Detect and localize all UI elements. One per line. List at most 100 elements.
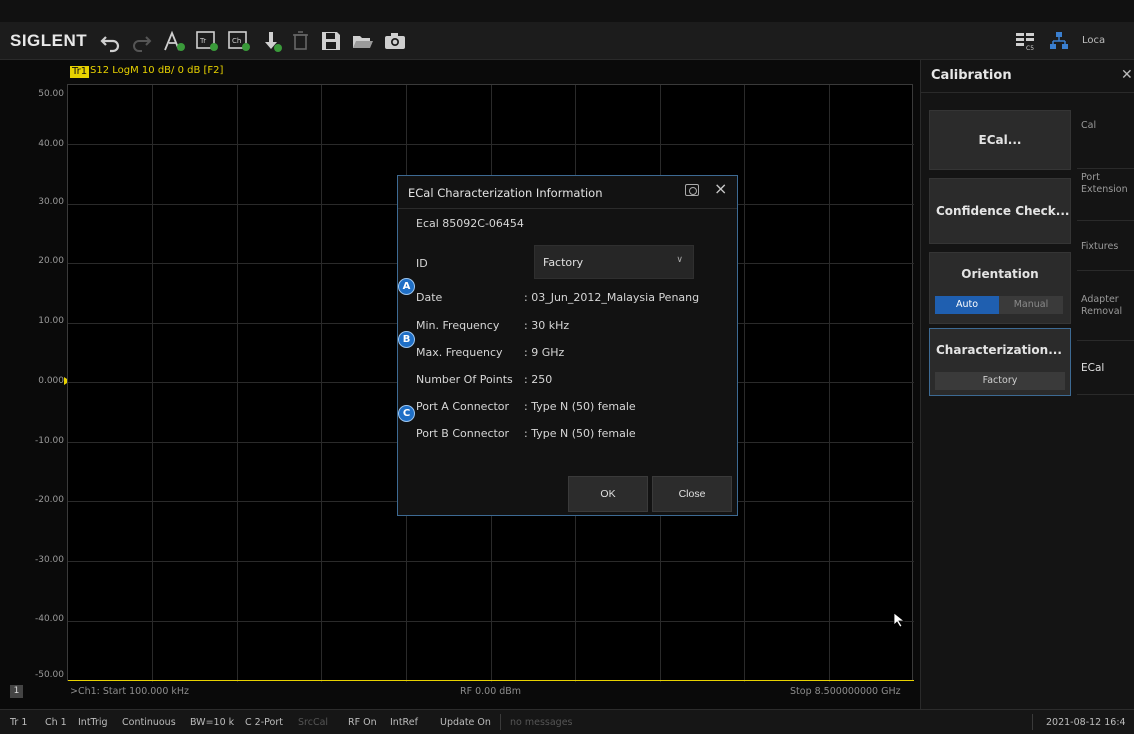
save-icon[interactable]	[318, 28, 344, 54]
status-cal-type[interactable]: C 2-Port	[245, 717, 283, 728]
mouse-cursor-icon	[893, 612, 907, 628]
status-ref[interactable]: IntRef	[390, 717, 418, 728]
port-b-connector-label: Port B Connector	[416, 427, 510, 440]
tab-port-extension[interactable]: Port Extension	[1081, 172, 1133, 196]
chevron-down-icon: ∨	[676, 255, 683, 265]
marker-add-icon[interactable]	[258, 28, 284, 54]
status-messages: no messages	[510, 717, 573, 728]
ecal-button[interactable]: ECal...	[929, 110, 1071, 170]
redo-icon[interactable]	[128, 28, 154, 54]
close-button[interactable]: Close	[652, 476, 732, 512]
y-label: -10.00	[34, 436, 64, 446]
y-label: -40.00	[34, 614, 64, 624]
status-divider	[1032, 714, 1033, 730]
close-icon[interactable]: ×	[714, 179, 727, 198]
trace-title[interactable]: S12 LogM 10 dB/ 0 dB [F2]	[90, 65, 223, 76]
rf-power[interactable]: RF 0.00 dBm	[460, 686, 521, 697]
marker-icon[interactable]	[162, 28, 188, 54]
tab-cal[interactable]: Cal	[1081, 120, 1134, 132]
status-trigger[interactable]: IntTrig	[78, 717, 108, 728]
number-of-points-value: : 250	[524, 373, 553, 386]
siglent-logo: SIGLENT	[10, 31, 88, 50]
orientation-manual-toggle[interactable]: Manual	[999, 296, 1063, 314]
port-a-connector-value: : Type N (50) female	[524, 400, 636, 413]
min-frequency-value: : 30 kHz	[524, 319, 570, 332]
svg-text:C5: C5	[1026, 45, 1034, 52]
y-label: 10.00	[38, 316, 64, 326]
close-icon[interactable]: ✕	[1121, 67, 1133, 83]
max-frequency-label: Max. Frequency	[416, 346, 503, 359]
callout-badge-b: B	[398, 331, 415, 348]
status-srccal[interactable]: SrcCal	[298, 717, 328, 728]
ok-button[interactable]: OK	[568, 476, 648, 512]
svg-text:Ch: Ch	[232, 37, 241, 45]
orientation-group: Orientation Auto Manual	[929, 252, 1071, 324]
y-label: -20.00	[34, 495, 64, 505]
tab-divider	[1077, 270, 1134, 271]
orientation-label: Orientation	[961, 267, 1039, 281]
ecal-module-id: Ecal 85092C-06454	[416, 217, 524, 230]
date-label: Date	[416, 291, 443, 304]
id-label: ID	[416, 257, 428, 270]
trace-line	[68, 680, 914, 681]
orientation-auto-toggle[interactable]: Auto	[935, 296, 999, 314]
tab-divider	[1077, 220, 1134, 221]
status-rf[interactable]: RF On	[348, 717, 377, 728]
characterization-label: Characterization...	[936, 343, 1062, 357]
open-icon[interactable]	[350, 28, 376, 54]
y-axis: 50.00 40.00 30.00 20.00 10.00 0.000 -10.…	[0, 84, 66, 684]
y-label: 0.000	[38, 376, 64, 386]
characterization-button[interactable]: Characterization... Factory	[929, 328, 1071, 396]
callout-badge-a: A	[398, 278, 415, 295]
port-b-connector-value: : Type N (50) female	[524, 427, 636, 440]
ecal-button-label: ECal...	[978, 133, 1022, 147]
confidence-check-label: Confidence Check...	[936, 204, 1070, 218]
main-toolbar: SIGLENT Tr Ch C5 Loca	[0, 22, 1134, 60]
channel-badge[interactable]: 1	[10, 685, 23, 698]
delete-icon[interactable]	[288, 28, 314, 54]
tab-divider	[1077, 340, 1134, 341]
y-label: 50.00	[38, 89, 64, 99]
status-datetime: 2021-08-12 16:4	[1046, 717, 1126, 728]
tab-adapter-removal[interactable]: Adapter Removal	[1081, 294, 1131, 318]
status-update[interactable]: Update On	[440, 717, 491, 728]
status-divider	[500, 714, 501, 730]
status-bar: Tr 1 Ch 1 IntTrig Continuous BW=10 k C 2…	[0, 709, 1134, 734]
network-icon[interactable]	[1046, 28, 1072, 54]
port-a-connector-label: Port A Connector	[416, 400, 510, 413]
tab-fixtures[interactable]: Fixtures	[1081, 241, 1134, 253]
svg-text:Tr: Tr	[199, 37, 206, 45]
trace-add-icon[interactable]: Tr	[194, 28, 220, 54]
vna-screen: { "brand": "SIGLENT", "toolbar_icons": […	[0, 0, 1134, 734]
status-bandwidth[interactable]: BW=10 k	[190, 717, 234, 728]
trace-tag[interactable]: Tr1	[70, 66, 90, 78]
dialog-title: ECal Characterization Information	[408, 186, 603, 200]
panel-divider	[921, 92, 1134, 93]
y-label: 20.00	[38, 256, 64, 266]
tab-divider	[1077, 394, 1134, 395]
start-frequency[interactable]: >Ch1: Start 100.000 kHz	[70, 686, 189, 697]
panel-title: Calibration	[931, 68, 1012, 83]
tab-divider	[1077, 168, 1134, 169]
callout-badge-c: C	[398, 405, 415, 422]
id-select-value: Factory	[543, 256, 584, 269]
local-label[interactable]: Loca	[1082, 35, 1105, 46]
screenshot-icon[interactable]	[685, 184, 699, 196]
window-top-strip	[0, 0, 1134, 22]
y-label: 40.00	[38, 139, 64, 149]
channel-footer: 1 >Ch1: Start 100.000 kHz RF 0.00 dBm St…	[0, 683, 920, 701]
undo-icon[interactable]	[98, 28, 124, 54]
tab-ecal[interactable]: ECal	[1081, 362, 1134, 374]
layout-icon[interactable]: C5	[1012, 28, 1038, 54]
characterization-value: Factory	[935, 372, 1065, 390]
confidence-check-button[interactable]: Confidence Check...	[929, 178, 1071, 244]
status-channel[interactable]: Ch 1	[45, 717, 67, 728]
status-sweep-mode[interactable]: Continuous	[122, 717, 176, 728]
stop-frequency[interactable]: Stop 8.500000000 GHz	[790, 686, 901, 697]
ecal-characterization-dialog: ECal Characterization Information × Ecal…	[397, 175, 738, 516]
y-label: -30.00	[34, 555, 64, 565]
status-trace[interactable]: Tr 1	[10, 717, 27, 728]
id-select[interactable]: Factory ∨	[534, 245, 694, 279]
camera-icon[interactable]	[382, 28, 408, 54]
channel-add-icon[interactable]: Ch	[226, 28, 252, 54]
